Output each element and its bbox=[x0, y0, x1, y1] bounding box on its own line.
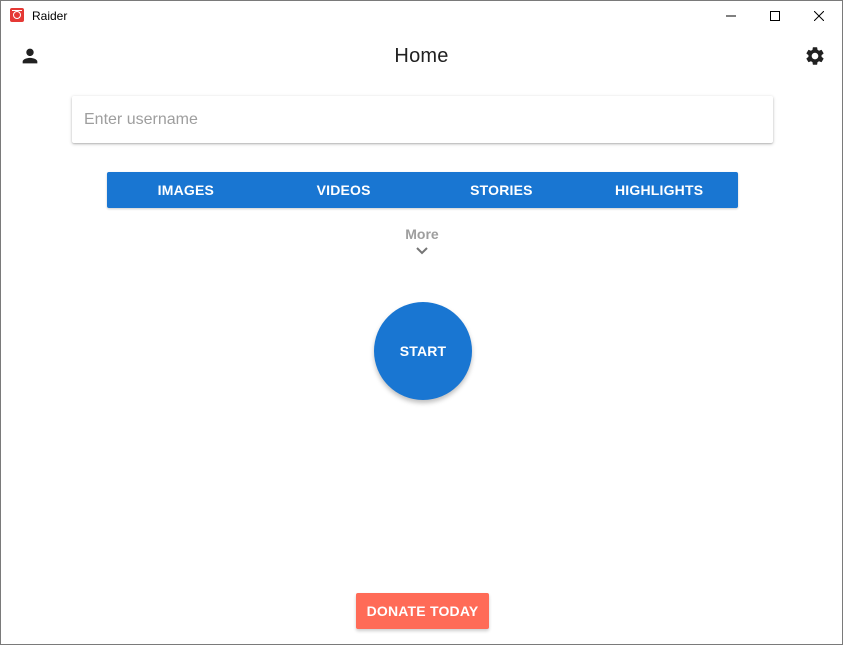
tab-highlights[interactable]: HIGHLIGHTS bbox=[580, 172, 738, 208]
tab-videos[interactable]: VIDEOS bbox=[265, 172, 423, 208]
donate-button[interactable]: DONATE TODAY bbox=[356, 593, 489, 629]
username-input[interactable] bbox=[72, 96, 773, 143]
app-window: Raider Home IMAGE bbox=[0, 0, 843, 645]
close-icon bbox=[814, 11, 824, 21]
minimize-icon bbox=[726, 15, 736, 17]
more-label: More bbox=[405, 226, 439, 242]
close-button[interactable] bbox=[796, 1, 842, 31]
window-title: Raider bbox=[32, 9, 68, 23]
more-options-toggle[interactable]: More bbox=[382, 226, 462, 256]
raider-app-icon bbox=[10, 8, 24, 22]
username-field bbox=[72, 96, 773, 143]
page-title: Home bbox=[394, 45, 449, 67]
start-button[interactable]: START bbox=[374, 302, 472, 400]
chevron-down-icon bbox=[416, 247, 428, 255]
content-type-tabs: IMAGES VIDEOS STORIES HIGHLIGHTS bbox=[107, 172, 738, 208]
settings-button[interactable] bbox=[804, 45, 826, 67]
maximize-button[interactable] bbox=[752, 1, 798, 31]
title-bar[interactable]: Raider bbox=[1, 1, 842, 31]
tab-stories[interactable]: STORIES bbox=[423, 172, 581, 208]
tab-images[interactable]: IMAGES bbox=[107, 172, 265, 208]
minimize-button[interactable] bbox=[708, 1, 754, 31]
maximize-icon bbox=[770, 11, 780, 21]
settings-gear-icon bbox=[806, 47, 824, 65]
